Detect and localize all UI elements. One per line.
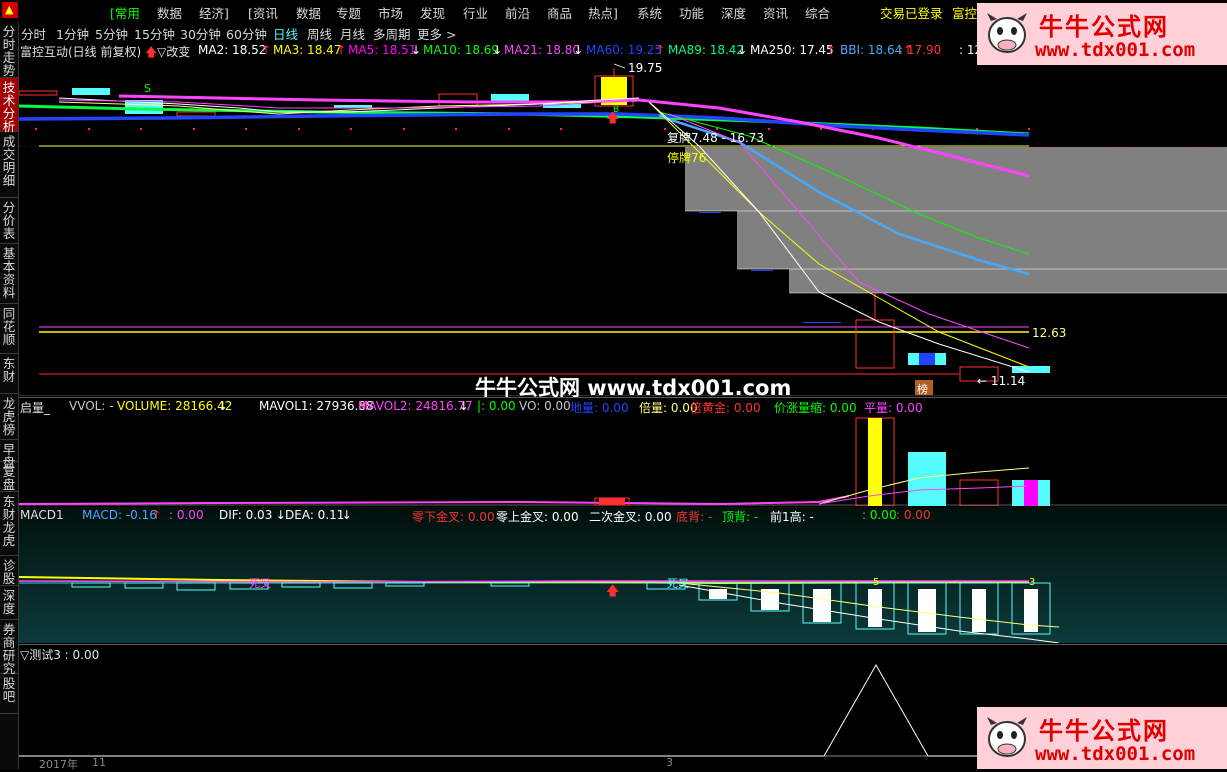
menu-item[interactable]: 经济] [199,3,229,22]
menu-item[interactable]: 行业 [463,3,488,22]
menu-item[interactable]: 市场 [378,3,403,22]
candle [176,111,216,117]
sidebar-tab[interactable]: 早盘 [0,440,18,469]
timeline-m1: 11 [92,756,106,769]
candle [1012,366,1050,373]
volume-chart[interactable] [19,398,1227,506]
period-tab[interactable]: 日线 [273,24,298,43]
ma60-line [19,112,1030,137]
suspend-block [789,269,1227,293]
period-tab[interactable]: 月线 [340,24,365,43]
menu-item[interactable]: 前沿 [505,3,530,22]
candle [751,270,773,271]
menu-item[interactable]: 功能 [679,3,704,22]
timeline-year: 2017年 [39,758,78,771]
up-arrow-icon: 🡅 [606,111,619,126]
suspend-label: 停牌76 [667,150,706,165]
watermark-top: 牛牛公式网 www.tdx001.com [977,3,1227,65]
period-bar: 分时 1分钟 5分钟 15分钟 30分钟 60分钟 日线 周线 月线 多周期 更多 > [18,22,878,42]
sidebar-tab[interactable]: 分时走势 [0,22,18,78]
main-kline-panel[interactable]: 富控互动(日线 前复权) 🡅 ▽改变 MA2: 18.52 ↑ MA3: 18.47… [19,42,1227,400]
sidebar-tab[interactable]: 技术分析 [0,78,18,133]
bang-mark: 榜 [917,382,928,396]
watermark-cn: 牛牛公式网 [1039,717,1169,745]
period-tab[interactable]: 1分钟 [56,24,89,43]
sidebar-tab[interactable]: 成交明细 [0,132,18,198]
period-tab[interactable]: 分时 [21,24,46,43]
candle [803,322,841,323]
sidebar-tab[interactable]: 基本资料 [0,244,18,304]
menu-item[interactable]: 深度 [721,3,746,22]
candle [19,90,58,96]
watermark-cn: 牛牛公式网 [1039,13,1169,41]
macd-num-1: 5 [873,577,879,588]
menu-item[interactable]: 商品 [547,3,572,22]
menu-item[interactable]: 热点] [588,3,618,22]
login-status: 交易已登录 [880,6,943,21]
volume-bar [1024,480,1038,506]
timeline-m2: 3 [666,756,673,769]
sidebar-tab[interactable]: 深度 [0,586,18,620]
range-label: 复牌7.48 - 16.73 [667,131,764,145]
menu-item[interactable]: 综合 [805,3,830,22]
sidebar-tab[interactable]: 东财 [0,354,18,394]
menu-item[interactable]: 发现 [420,3,445,22]
sidebar-tab[interactable]: 复盘 [0,462,18,492]
sidebar-tab[interactable]: 股吧 [0,674,18,714]
sidebar-tab[interactable]: 东财龙虎 [0,492,18,556]
menu-item[interactable]: [常用 [110,3,140,22]
period-tab[interactable]: 60分钟 [226,24,267,43]
price-label: 12.63 [1032,326,1066,340]
sidebar-tab[interactable]: 龙虎榜 [0,394,18,440]
macd-chart[interactable]: 死叉 死叉 5 3 🡅 [19,507,1227,643]
watermark-url: www.tdx001.com [1035,39,1196,61]
left-sidebar: 分时走势技术分析成交明细分价表基本资料同花顺东财龙虎榜早盘复盘东财龙虎诊股深度券… [0,22,19,769]
app-logo[interactable]: ▲ [2,2,18,18]
macd-cross-2: 死叉 [667,577,689,590]
volume-bar [868,418,882,506]
period-tab[interactable]: 周线 [307,24,332,43]
volume-bar [599,498,625,505]
period-tab[interactable]: 30分钟 [180,24,221,43]
high-label: 19.75 [628,61,662,75]
cow-logo-icon [987,13,1027,53]
cow-logo-icon [987,717,1027,757]
volume-panel[interactable]: 启量_ VVOL: - VOLUME: 28166.42 ↓ MAVOL1: 2793… [19,397,1227,506]
candle [491,94,529,101]
volume-bar [959,479,999,506]
menu-item[interactable]: 数据 [296,3,321,22]
sidebar-tab[interactable]: 分价表 [0,198,18,244]
sidebar-tab[interactable]: 同花顺 [0,304,18,354]
sidebar-tab[interactable]: 诊股 [0,556,18,586]
menu-item[interactable]: 数据 [157,3,182,22]
candle [699,212,721,213]
menu-item[interactable]: 资讯 [763,3,788,22]
s-mark: S [144,82,151,95]
menu-item[interactable]: 专题 [336,3,361,22]
low-label: ← 11.14 [977,374,1025,388]
kline-chart[interactable]: 19.75 复牌7.48 - 16.73 停牌76 12.63 ← 11.14 … [19,42,1227,396]
stock-name-cut: 富控 [952,6,978,21]
macd-cross-1: 死叉 [249,577,271,590]
period-tab[interactable]: 更多 > [417,24,456,43]
candle [72,88,110,95]
macd-panel[interactable]: MACD1 MACD: -0.16 ↑: 0.00 DIF: 0.03 ↓ DEA: 0… [19,507,1227,643]
menu-item[interactable]: 系统 [637,3,662,22]
watermark-bottom: 牛牛公式网 www.tdx001.com [977,707,1227,769]
macd-num-2: 3 [1029,577,1035,588]
candle [919,353,935,365]
period-tab[interactable]: 多周期 [373,24,411,43]
sidebar-tab[interactable]: 券商研究 [0,620,18,675]
up-arrow-icon: 🡅 [606,584,619,599]
ma89-line [19,104,1030,136]
period-tab[interactable]: 5分钟 [95,24,128,43]
watermark-url: www.tdx001.com [1035,743,1196,765]
candle [438,93,478,107]
period-tab[interactable]: 15分钟 [134,24,175,43]
menu-item[interactable]: [资讯 [248,3,278,22]
